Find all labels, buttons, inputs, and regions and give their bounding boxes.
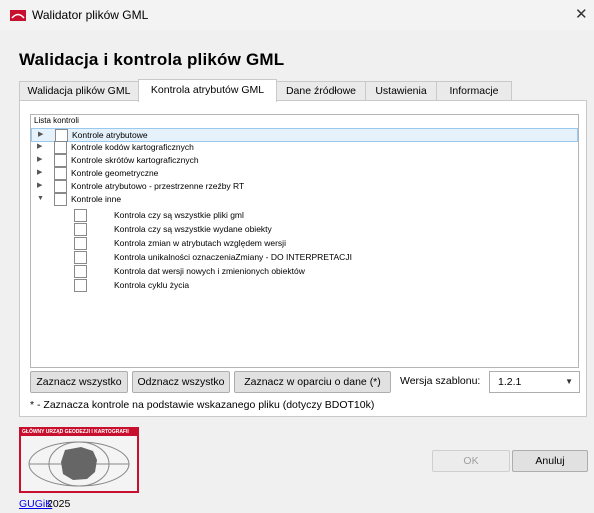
node-label: Kontrole skrótów kartograficznych (71, 155, 199, 165)
title-bar: Walidator plików GML ✕ (0, 0, 594, 30)
close-icon[interactable]: ✕ (575, 5, 588, 23)
select-all-button[interactable]: Zaznacz wszystko (30, 371, 128, 393)
gugik-logo: GŁÓWNY URZĄD GEODEZJI I KARTOGRAFII (19, 427, 139, 493)
expand-icon[interactable]: ▶ (38, 129, 43, 141)
node-label: Kontrole atrybutowe (72, 130, 148, 140)
deselect-all-button[interactable]: Odznacz wszystko (132, 371, 230, 393)
node-checkbox[interactable] (54, 154, 67, 167)
logo-text: GŁÓWNY URZĄD GEODEZJI I KARTOGRAFII (22, 429, 129, 435)
tree-node[interactable]: ▶ Kontrole atrybutowe (31, 128, 578, 142)
node-label: Kontrole atrybutowo - przestrzenne rzeźb… (71, 181, 245, 191)
page-title: Walidacja i kontrola plików GML (19, 50, 285, 69)
tab-walidacja[interactable]: Walidacja plików GML (19, 81, 139, 101)
child-checkbox[interactable] (74, 223, 87, 236)
child-checkbox[interactable] (74, 209, 87, 222)
template-version-select[interactable]: 1.2.1 ▼ (489, 371, 580, 393)
tab-panel: Lista kontroli ▶ Kontrole atrybutowe ▶ K… (19, 100, 587, 417)
select-by-data-button[interactable]: Zaznacz w oparciu o dane (*) (234, 371, 391, 393)
child-checkbox[interactable] (74, 251, 87, 264)
window-title: Walidator plików GML (32, 8, 149, 22)
tree-child[interactable]: Kontrola czy są wszystkie pliki gml (31, 209, 576, 222)
node-checkbox[interactable] (54, 180, 67, 193)
template-version-label: Wersja szablonu: (400, 375, 481, 387)
node-label: Kontrole inne (71, 194, 122, 204)
poland-map-icon (21, 436, 137, 491)
expand-icon[interactable]: ▶ (37, 180, 42, 192)
tab-ustawienia[interactable]: Ustawienia (365, 81, 437, 101)
cancel-button[interactable]: Anuluj (512, 450, 588, 472)
expand-icon[interactable]: ▶ (37, 141, 42, 153)
expand-icon[interactable]: ▶ (37, 154, 42, 166)
tree-node[interactable]: ▶ Kontrole atrybutowo - przestrzenne rze… (31, 180, 576, 193)
child-label: Kontrola cyklu życia (114, 280, 190, 290)
tab-kontrola-atrybutow[interactable]: Kontrola atrybutów GML (138, 79, 277, 102)
footer-year: 2025 (47, 498, 71, 510)
child-label: Kontrola unikalności oznaczeniaZmiany - … (114, 252, 352, 262)
tree-child[interactable]: Kontrola czy są wszystkie wydane obiekty (31, 223, 576, 236)
node-checkbox[interactable] (54, 141, 67, 154)
collapse-icon[interactable]: ▼ (37, 193, 44, 205)
child-checkbox[interactable] (74, 279, 87, 292)
chevron-down-icon: ▼ (565, 377, 573, 386)
child-label: Kontrola czy są wszystkie wydane obiekty (114, 224, 272, 234)
node-label: Kontrole kodów kartograficznych (71, 142, 194, 152)
template-version-value: 1.2.1 (498, 376, 522, 388)
tree-child[interactable]: Kontrola zmian w atrybutach względem wer… (31, 237, 576, 250)
ok-button[interactable]: OK (432, 450, 510, 472)
tree-node[interactable]: ▶ Kontrole skrótów kartograficznych (31, 154, 576, 167)
tree-node[interactable]: ▼ Kontrole inne (31, 193, 576, 206)
footnote: * - Zaznacza kontrole na podstawie wskaz… (30, 399, 375, 411)
node-checkbox[interactable] (54, 193, 67, 206)
control-tree[interactable]: Lista kontroli ▶ Kontrole atrybutowe ▶ K… (30, 114, 579, 368)
child-checkbox[interactable] (74, 265, 87, 278)
tree-child[interactable]: Kontrola unikalności oznaczeniaZmiany - … (31, 251, 576, 264)
child-checkbox[interactable] (74, 237, 87, 250)
expand-icon[interactable]: ▶ (37, 167, 42, 179)
child-label: Kontrola dat wersji nowych i zmienionych… (114, 266, 305, 276)
tree-node[interactable]: ▶ Kontrole kodów kartograficznych (31, 141, 576, 154)
app-logo-icon (10, 10, 26, 21)
tree-node[interactable]: ▶ Kontrole geometryczne (31, 167, 576, 180)
child-label: Kontrola czy są wszystkie pliki gml (114, 210, 244, 220)
tree-child[interactable]: Kontrola dat wersji nowych i zmienionych… (31, 265, 576, 278)
node-checkbox[interactable] (54, 167, 67, 180)
tab-informacje[interactable]: Informacje (436, 81, 512, 101)
tree-header: Lista kontroli (34, 116, 79, 125)
node-label: Kontrole geometryczne (71, 168, 159, 178)
tree-child[interactable]: Kontrola cyklu życia (31, 279, 576, 292)
tab-dane-zrodlowe[interactable]: Dane źródłowe (276, 81, 366, 101)
child-label: Kontrola zmian w atrybutach względem wer… (114, 238, 286, 248)
